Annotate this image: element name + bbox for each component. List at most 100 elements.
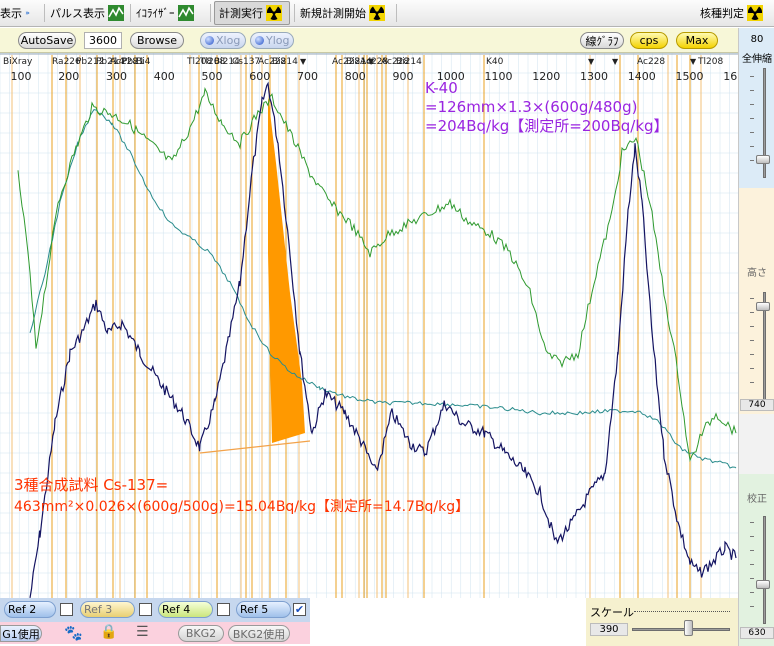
ref5-label: Ref 5 bbox=[240, 603, 269, 616]
chart-controls-bar: AutoSave 3600 Browse Xlog Ylog 線ｸﾞﾗﾌ cps… bbox=[0, 28, 738, 53]
right-control-panel: 80 全伸縮 高さ 740 校正 630 bbox=[738, 28, 774, 646]
scale-value: 390 bbox=[590, 623, 628, 636]
line-graph-button[interactable]: 線ｸﾞﾗﾌ bbox=[580, 32, 624, 49]
toolbar-display[interactable]: 表示 bbox=[0, 0, 30, 26]
ref3-checkbox[interactable] bbox=[139, 603, 152, 616]
k40-line3: =204Bq/kg【測定所=200Bq/kg】 bbox=[425, 117, 669, 135]
xlog-label: Xlog bbox=[216, 34, 241, 47]
zoom-section: 80 全伸縮 bbox=[739, 28, 774, 188]
list-icon[interactable]: ☰ bbox=[136, 624, 149, 640]
x-tick-label: 1100 bbox=[485, 70, 513, 83]
wave-chart-icon bbox=[108, 5, 124, 21]
bottom-panel: Ref 2 Ref 3 Ref 4 Ref 5 ✔ G1使用 🐾 🔒 ☰ BKG… bbox=[0, 598, 738, 646]
xlog-toggle[interactable]: Xlog bbox=[200, 32, 246, 49]
ylog-label: Ylog bbox=[266, 34, 290, 47]
height-value: 740 bbox=[740, 399, 774, 411]
x-tick-label: 400 bbox=[154, 70, 175, 83]
nuclide-arrow: ▼ bbox=[300, 57, 307, 66]
x-tick-label: 100 bbox=[11, 70, 32, 83]
ref3-label: Ref 3 bbox=[84, 603, 113, 616]
ref3-button[interactable]: Ref 3 bbox=[80, 601, 135, 618]
nuclide-label: Cs137 bbox=[232, 57, 260, 67]
zoom-slider-thumb[interactable] bbox=[756, 155, 770, 164]
toolbar-nuclide-judge[interactable]: 核種判定 bbox=[700, 0, 774, 26]
height-label: 高さ bbox=[747, 268, 767, 279]
ref4-button[interactable]: Ref 4 bbox=[158, 601, 213, 618]
x-tick-label: 300 bbox=[106, 70, 127, 83]
scale-ticks bbox=[634, 611, 730, 612]
calibration-section: 校正 630 bbox=[739, 474, 774, 646]
lock-icon[interactable]: 🔒 bbox=[100, 624, 117, 640]
bkg2-button[interactable]: BKG2 bbox=[178, 625, 224, 642]
nuclide-arrow: ▼ bbox=[368, 57, 375, 66]
x-tick-label: 900 bbox=[393, 70, 414, 83]
main-toolbar: 表示 パルス表示 ｲｺﾗｲｻﾞｰ 計測実行 新規計測開始 核種判定 bbox=[0, 0, 774, 27]
ref5-button[interactable]: Ref 5 bbox=[236, 601, 291, 618]
calib-label: 校正 bbox=[747, 494, 767, 505]
ylog-toggle[interactable]: Ylog bbox=[250, 32, 294, 49]
cs137-line1: 3種合成試料 Cs-137= bbox=[14, 476, 168, 494]
wave-chart-icon bbox=[177, 5, 194, 21]
toolbar-equalizer[interactable]: ｲｺﾗｲｻﾞｰ bbox=[136, 0, 206, 26]
toolbar-new-measurement[interactable]: 新規計測開始 bbox=[300, 0, 388, 26]
bkg2-use-button[interactable]: BKG2使用 bbox=[228, 625, 290, 642]
zoom-label: 全伸縮 bbox=[742, 54, 772, 65]
browse-button[interactable]: Browse bbox=[130, 32, 184, 49]
ref5-checkbox[interactable]: ✔ bbox=[293, 603, 306, 616]
cs137-annotation: 3種合成試料 Cs-137= 463mm²×0.026×(600g/500g)=… bbox=[14, 476, 469, 515]
k40-line1: K-40 bbox=[425, 79, 458, 97]
x-tick-label: 1300 bbox=[580, 70, 608, 83]
ref4-checkbox[interactable] bbox=[217, 603, 230, 616]
nuclide-label: Ac228 bbox=[637, 57, 665, 67]
scale-slider[interactable] bbox=[632, 628, 730, 631]
x-tick-label: 600 bbox=[249, 70, 270, 83]
toolbar-pulse-display[interactable]: パルス表示 bbox=[50, 0, 124, 26]
calib-slider[interactable] bbox=[763, 516, 766, 624]
toolbar-run-label: 計測実行 bbox=[219, 7, 263, 20]
spectrum-chart[interactable]: 100 200 300 400 500 600 700 800 900 1000 1100 1200 1… bbox=[0, 53, 738, 598]
paw-icon[interactable]: 🐾 bbox=[64, 624, 83, 642]
cs137-line2: 463mm²×0.026×(600g/500g)=15.04Bq/kg【測定所=… bbox=[14, 499, 469, 515]
x-tick-label: 200 bbox=[58, 70, 79, 83]
series-teal bbox=[29, 109, 737, 469]
toolbar-nuclide-label: 核種判定 bbox=[700, 7, 744, 20]
nuclide-label: Bi bbox=[136, 57, 145, 67]
autosave-button[interactable]: AutoSave bbox=[18, 32, 76, 49]
x-tick-label: 1600 bbox=[723, 70, 738, 83]
bg1-use-button[interactable]: G1使用 bbox=[0, 625, 42, 642]
nuclide-label: Bi214 bbox=[272, 57, 298, 67]
nuclide-label: Bi214 bbox=[396, 57, 422, 67]
calib-value: 630 bbox=[740, 627, 774, 639]
k40-line2: =126mm×1.3×(600g/480g) bbox=[425, 98, 637, 116]
radiation-icon bbox=[747, 5, 763, 21]
series-navy bbox=[29, 81, 737, 598]
toolbar-display-label: 表示 bbox=[0, 7, 22, 20]
nuclide-label: K40 bbox=[486, 57, 504, 67]
max-button[interactable]: Max bbox=[676, 32, 718, 49]
scale-panel: スケール 390 bbox=[586, 598, 738, 646]
height-slider-thumb[interactable] bbox=[756, 302, 770, 311]
ref2-checkbox[interactable] bbox=[60, 603, 73, 616]
nuclide-labels: BiXray Ra226Pb212Pb214Ac228Pb214Bi Tl208Tl… bbox=[3, 57, 723, 67]
ref4-label: Ref 4 bbox=[162, 603, 191, 616]
radio-icon bbox=[255, 36, 264, 45]
scale-label: スケール bbox=[590, 606, 634, 619]
nuclide-label: BiXray bbox=[3, 57, 33, 67]
top-value: 80 bbox=[750, 34, 764, 45]
x-tick-label: 500 bbox=[202, 70, 223, 83]
toolbar-run-measurement[interactable]: 計測実行 bbox=[214, 1, 290, 25]
nuclide-label: Tl208 bbox=[697, 57, 723, 67]
x-tick-label: 1400 bbox=[628, 70, 656, 83]
scale-slider-thumb[interactable] bbox=[684, 620, 693, 636]
k40-annotation: K-40 =126mm×1.3×(600g/480g) =204Bq/kg【測定… bbox=[425, 79, 669, 135]
radiation-icon bbox=[369, 5, 385, 21]
toolbar-pulse-label: パルス表示 bbox=[50, 7, 105, 20]
reference-bar: Ref 2 Ref 3 Ref 4 Ref 5 ✔ bbox=[0, 598, 310, 622]
x-tick-label: 700 bbox=[297, 70, 318, 83]
nuclide-arrow: ▼ bbox=[690, 57, 697, 66]
cps-button[interactable]: cps bbox=[630, 32, 668, 49]
calib-slider-thumb[interactable] bbox=[756, 580, 770, 589]
nuclide-arrow: ▼ bbox=[612, 57, 619, 66]
seconds-field[interactable]: 3600 bbox=[84, 32, 122, 49]
ref2-button[interactable]: Ref 2 bbox=[4, 601, 56, 618]
